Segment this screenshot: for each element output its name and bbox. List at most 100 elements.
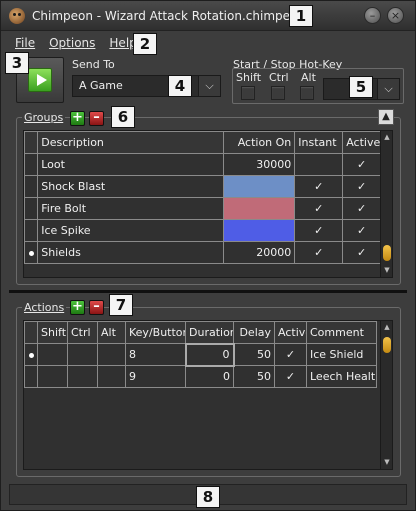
actions-table-row[interactable]: 8 0 50 ✓ Ice Shield — [24, 342, 377, 367]
arrow-up-icon: ▲ — [382, 111, 390, 122]
actions-table: Shift Ctrl Alt Key/Button Duration Delay… — [24, 321, 377, 388]
groups-table-row[interactable]: Shields 20000 ✓ ✓ — [24, 241, 381, 264]
groups-table-row[interactable]: Loot 30000 ✓ — [24, 153, 381, 176]
group-action-on[interactable] — [222, 197, 296, 220]
badge-6: 6 — [111, 106, 135, 128]
scroll-thumb[interactable] — [383, 245, 391, 261]
groups-col-action-on[interactable]: Action On — [222, 131, 296, 154]
action-alt[interactable] — [97, 365, 126, 388]
badge-4: 4 — [168, 75, 192, 97]
scroll-down-icon[interactable]: ▼ — [381, 265, 392, 275]
hotkey-alt-checkbox[interactable] — [300, 86, 314, 100]
remove-action-button[interactable]: – — [89, 300, 104, 315]
menu-bar: File Options Help — [15, 36, 137, 50]
actions-col-duration[interactable]: Duration — [185, 321, 234, 344]
group-instant-check[interactable]: ✓ — [294, 219, 344, 242]
groups-table-row[interactable]: Shock Blast ✓ ✓ — [24, 175, 381, 198]
group-action-on[interactable] — [222, 175, 296, 198]
group-description[interactable]: Loot — [37, 153, 224, 176]
groups-scrollbar[interactable]: ▲ ▼ — [380, 131, 392, 277]
group-description[interactable]: Shields — [37, 241, 224, 264]
scroll-up-icon[interactable]: ▲ — [381, 322, 392, 332]
actions-header-row: Shift Ctrl Alt Key/Button Duration Delay… — [24, 321, 377, 344]
actions-col-ctrl[interactable]: Ctrl — [67, 321, 98, 344]
groups-table-row[interactable]: Fire Bolt ✓ ✓ — [24, 197, 381, 220]
groups-table-row[interactable]: Ice Spike ✓ ✓ — [24, 219, 381, 242]
group-instant-check[interactable]: ✓ — [294, 175, 344, 198]
action-active-check[interactable]: ✓ — [274, 365, 307, 388]
action-duration[interactable]: 0 — [184, 342, 235, 367]
groups-table-wrap: Description Action On Instant Active Loo… — [23, 130, 393, 278]
action-comment[interactable]: Ice Shield — [306, 343, 377, 366]
chevron-down-icon[interactable]: ⌵ — [198, 76, 220, 96]
scroll-down-icon[interactable]: ▼ — [381, 457, 392, 467]
add-group-button[interactable]: + — [70, 111, 85, 126]
badge-7: 7 — [109, 294, 133, 316]
actions-col-active[interactable]: Active — [274, 321, 307, 344]
send-to-select[interactable]: A Game ⌵ — [72, 75, 221, 97]
actions-col-shift[interactable]: Shift — [37, 321, 68, 344]
actions-col-key[interactable]: Key/Button — [125, 321, 186, 344]
action-key[interactable]: 8 — [125, 343, 186, 366]
group-active-check[interactable]: ✓ — [342, 219, 381, 242]
hotkey-alt-label: Alt — [301, 71, 316, 84]
group-active-check[interactable]: ✓ — [342, 153, 381, 176]
group-active-check[interactable]: ✓ — [342, 197, 381, 220]
hotkey-shift-checkbox[interactable] — [241, 86, 255, 100]
plus-icon: + — [72, 110, 83, 125]
plus-icon: + — [72, 299, 83, 314]
action-duration[interactable]: 0 — [185, 365, 234, 388]
action-shift[interactable] — [37, 365, 68, 388]
actions-label: Actions — [22, 301, 67, 314]
group-description[interactable]: Shock Blast — [37, 175, 224, 198]
badge-5: 5 — [349, 76, 373, 98]
play-icon — [28, 68, 52, 92]
group-description[interactable]: Ice Spike — [37, 219, 224, 242]
chevron-down-icon[interactable]: ⌵ — [377, 79, 399, 99]
row-marker — [24, 153, 39, 176]
badge-1: 1 — [289, 5, 313, 27]
action-ctrl[interactable] — [67, 343, 98, 366]
group-action-on[interactable]: 30000 — [222, 153, 296, 176]
move-up-button[interactable]: ▲ — [378, 109, 394, 125]
group-active-check[interactable]: ✓ — [342, 175, 381, 198]
groups-col-description[interactable]: Description — [37, 131, 224, 154]
scroll-up-icon[interactable]: ▲ — [381, 132, 392, 142]
group-instant-check[interactable]: ✓ — [294, 197, 344, 220]
action-comment[interactable]: Leech Healt — [306, 365, 377, 388]
action-active-check[interactable]: ✓ — [274, 343, 307, 366]
badge-3: 3 — [5, 52, 29, 74]
groups-col-instant[interactable]: Instant — [294, 131, 344, 154]
add-action-button[interactable]: + — [70, 300, 85, 315]
action-alt[interactable] — [97, 343, 126, 366]
action-key[interactable]: 9 — [125, 365, 186, 388]
group-action-on[interactable]: 20000 — [222, 241, 296, 264]
group-instant-check[interactable] — [294, 153, 344, 176]
menu-options[interactable]: Options — [49, 36, 95, 50]
close-button[interactable]: × — [387, 7, 404, 24]
action-ctrl[interactable] — [67, 365, 98, 388]
group-description[interactable]: Fire Bolt — [37, 197, 224, 220]
scroll-thumb[interactable] — [383, 337, 391, 353]
action-delay[interactable]: 50 — [233, 343, 275, 366]
section-divider[interactable] — [9, 290, 407, 293]
remove-group-button[interactable]: – — [89, 111, 104, 126]
minus-icon: – — [93, 110, 100, 125]
menu-file[interactable]: File — [15, 36, 35, 50]
group-instant-check[interactable]: ✓ — [294, 241, 344, 264]
actions-scrollbar[interactable]: ▲ ▼ — [380, 321, 392, 469]
actions-col-alt[interactable]: Alt — [97, 321, 126, 344]
group-active-check[interactable]: ✓ — [342, 241, 381, 264]
title-bar[interactable]: Chimpeon - Wizard Attack Rotation.chimpe… — [1, 1, 415, 31]
minimize-button[interactable]: – — [364, 7, 381, 24]
action-shift[interactable] — [37, 343, 68, 366]
hotkey-ctrl-checkbox[interactable] — [271, 86, 285, 100]
group-action-on[interactable] — [222, 219, 296, 242]
groups-col-active[interactable]: Active — [342, 131, 381, 154]
action-delay[interactable]: 50 — [233, 365, 275, 388]
actions-col-delay[interactable]: Delay — [233, 321, 275, 344]
groups-label: Groups — [22, 111, 66, 124]
groups-table: Description Action On Instant Active Loo… — [24, 131, 381, 264]
actions-table-row[interactable]: 9 0 50 ✓ Leech Healt — [24, 365, 377, 388]
actions-col-comment[interactable]: Comment — [306, 321, 377, 344]
